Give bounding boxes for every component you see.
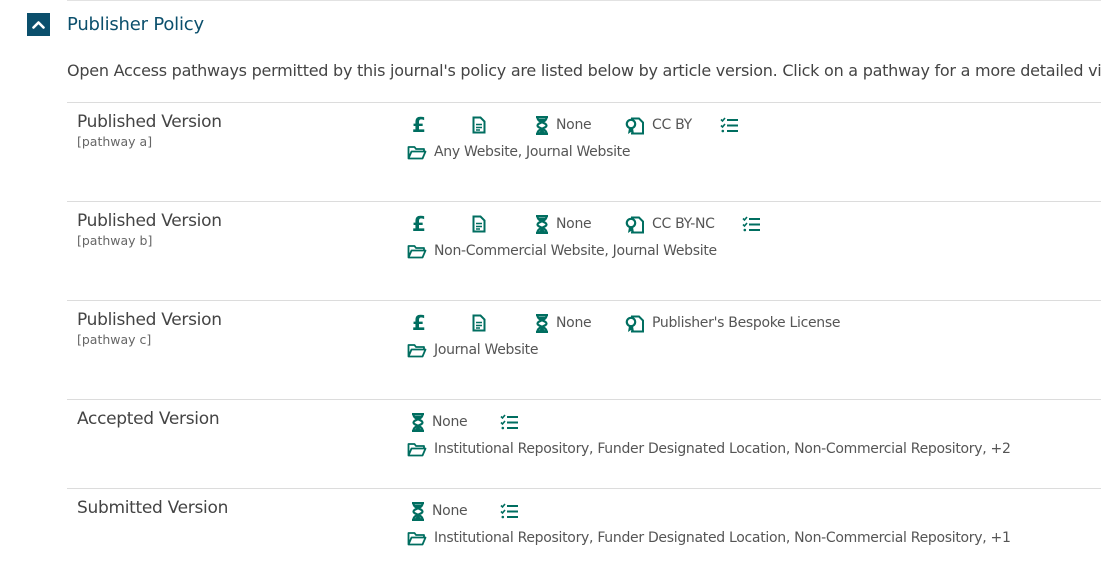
pound-icon: £ (412, 212, 426, 236)
license-attr: Publisher's Bespoke License (625, 312, 840, 334)
license-value: Publisher's Bespoke License (652, 315, 841, 331)
document-attr (472, 114, 486, 136)
pound-icon: £ (412, 311, 426, 335)
fee-attr: £ (412, 213, 426, 235)
pathway-label: [pathway b] (77, 233, 153, 248)
pathway-row-b[interactable]: Published Version [pathway b] £ None CC … (67, 201, 1101, 301)
locations-attr: Non-Commercial Website, Journal Website (407, 240, 717, 262)
chevron-up-icon (32, 21, 45, 29)
license-value: CC BY-NC (652, 216, 715, 232)
version-label: Accepted Version (77, 409, 220, 429)
locations-value: Journal Website (434, 342, 539, 358)
fee-attr: £ (412, 312, 426, 334)
pathway-row-c[interactable]: Published Version [pathway c] £ None Pub… (67, 300, 1101, 400)
folder-icon (407, 442, 427, 456)
locations-value: Non-Commercial Website, Journal Website (434, 243, 717, 259)
pathway-row-a[interactable]: Published Version [pathway a] £ None CC … (67, 102, 1101, 202)
version-label: Published Version (77, 310, 222, 330)
locations-value: Institutional Repository, Funder Designa… (434, 530, 1011, 546)
conditions-attr (720, 114, 739, 136)
embargo-value: None (556, 117, 592, 133)
pathway-label: [pathway c] (77, 332, 152, 347)
locations-attr: Any Website, Journal Website (407, 141, 630, 163)
embargo-value: None (556, 315, 592, 331)
hourglass-icon (412, 412, 424, 432)
embargo-attr: None (411, 411, 468, 433)
locations-value: Any Website, Journal Website (434, 144, 631, 160)
checklist-icon (500, 503, 518, 519)
folder-icon (407, 343, 427, 357)
hourglass-icon (412, 501, 424, 521)
embargo-attr: None (411, 500, 468, 522)
embargo-value: None (432, 414, 468, 430)
checklist-icon (720, 117, 738, 133)
section-title[interactable]: Publisher Policy (67, 14, 204, 35)
document-icon (472, 215, 486, 233)
pathway-label: [pathway a] (77, 134, 153, 149)
license-icon (625, 216, 644, 233)
folder-icon (407, 244, 427, 258)
collapse-toggle-button[interactable] (27, 13, 50, 36)
conditions-attr (500, 411, 519, 433)
checklist-icon (500, 414, 518, 430)
pathway-row-submitted[interactable]: Submitted Version None Institutional Rep… (67, 488, 1101, 567)
intro-text: Open Access pathways permitted by this j… (67, 61, 1101, 80)
top-divider (67, 0, 1101, 1)
hourglass-icon (536, 115, 548, 135)
checklist-icon (742, 216, 760, 232)
license-icon (625, 117, 644, 134)
hourglass-icon (536, 313, 548, 333)
embargo-attr: None (535, 114, 592, 136)
version-label: Published Version (77, 211, 222, 231)
document-attr (472, 312, 486, 334)
license-value: CC BY (652, 117, 692, 133)
locations-attr: Institutional Repository, Funder Designa… (407, 527, 1011, 549)
locations-attr: Institutional Repository, Funder Designa… (407, 438, 1011, 460)
fee-attr: £ (412, 114, 426, 136)
license-attr: CC BY (625, 114, 692, 136)
document-attr (472, 213, 486, 235)
folder-icon (407, 531, 427, 545)
conditions-attr (500, 500, 519, 522)
embargo-attr: None (535, 312, 592, 334)
hourglass-icon (536, 214, 548, 234)
embargo-value: None (556, 216, 592, 232)
embargo-attr: None (535, 213, 592, 235)
embargo-value: None (432, 503, 468, 519)
locations-attr: Journal Website (407, 339, 538, 361)
document-icon (472, 314, 486, 332)
document-icon (472, 116, 486, 134)
version-label: Submitted Version (77, 498, 229, 518)
conditions-attr (742, 213, 761, 235)
license-attr: CC BY-NC (625, 213, 715, 235)
pound-icon: £ (412, 113, 426, 137)
pathway-row-accepted[interactable]: Accepted Version None Institutional Repo… (67, 399, 1101, 489)
locations-value: Institutional Repository, Funder Designa… (434, 441, 1011, 457)
publisher-policy-header[interactable]: Publisher Policy (27, 13, 204, 36)
license-icon (625, 315, 644, 332)
folder-icon (407, 145, 427, 159)
version-label: Published Version (77, 112, 222, 132)
